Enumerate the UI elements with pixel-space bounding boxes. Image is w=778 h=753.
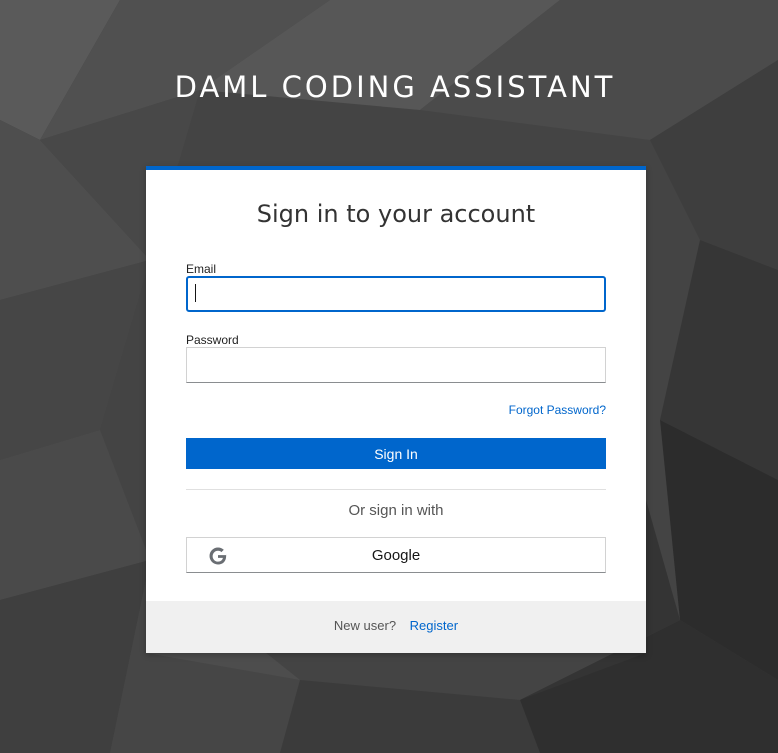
email-field[interactable] [186, 276, 606, 312]
google-sign-in-button[interactable]: Google [186, 537, 606, 573]
new-user-text: New user? [333, 618, 397, 633]
register-link[interactable]: Register [410, 618, 458, 633]
page-title: Sign in to your account [256, 200, 536, 228]
app-title: DAML CODING ASSISTANT [174, 70, 616, 104]
password-label: Password [186, 333, 239, 347]
forgot-password-link[interactable]: Forgot Password? [509, 403, 606, 417]
email-label: Email [186, 262, 217, 276]
sign-in-button[interactable]: Sign In [186, 438, 606, 469]
login-card: Sign in to your account Email Password F… [146, 166, 646, 653]
password-field[interactable] [186, 347, 606, 383]
card-footer: New user? Register [146, 601, 646, 653]
divider [186, 489, 606, 490]
text-caret [195, 284, 196, 302]
social-divider-text: Or sign in with [348, 502, 444, 519]
google-label: Google [371, 547, 421, 564]
